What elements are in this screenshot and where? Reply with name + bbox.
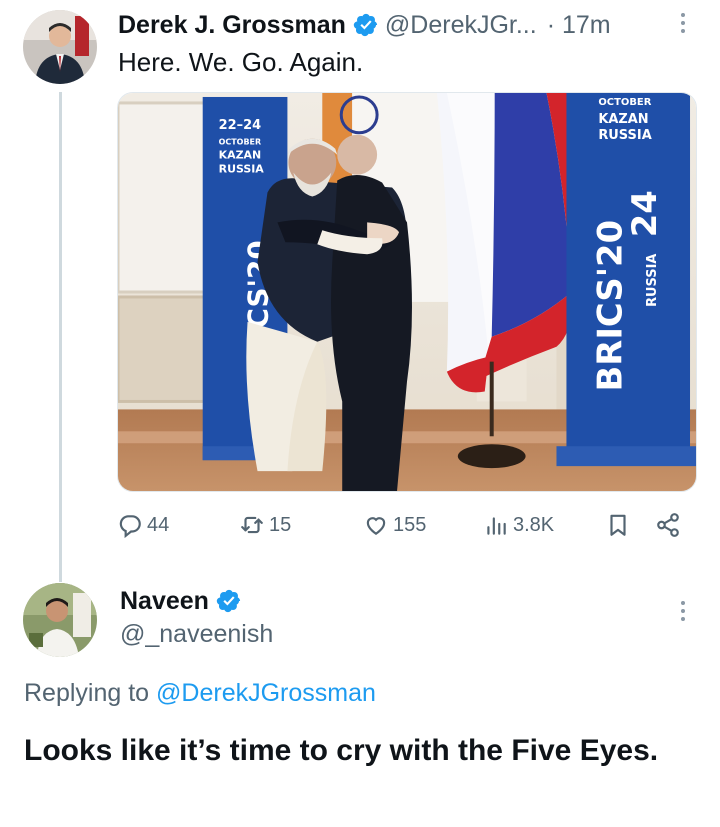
banner-right-month: OCTOBER bbox=[598, 97, 651, 108]
view-count: 3.8K bbox=[513, 513, 555, 536]
like-count: 155 bbox=[393, 513, 427, 536]
banner-left-dates: 22–24 bbox=[219, 118, 262, 133]
reply-author-handle[interactable]: @_naveenish bbox=[120, 620, 273, 649]
reply-text: Looks like it’s time to cry with the Fiv… bbox=[24, 734, 659, 767]
banner-right-vertical-country: RUSSIA bbox=[645, 254, 660, 307]
banner-left-country: RUSSIA bbox=[219, 163, 265, 176]
tweet-action-bar: 44 15 155 3.8K bbox=[117, 508, 702, 542]
reply-more-options-icon[interactable] bbox=[676, 601, 690, 621]
reply-author-avatar[interactable] bbox=[23, 583, 97, 657]
reply-icon bbox=[119, 515, 141, 538]
replying-to-label: Replying to bbox=[24, 679, 150, 707]
reply-verified-badge-icon bbox=[216, 588, 242, 614]
author-header: Derek J. Grossman @DerekJGr... · 17m bbox=[118, 8, 611, 42]
banner-left-month: OCTOBER bbox=[219, 138, 261, 147]
reply-author-header: Naveen bbox=[120, 584, 248, 618]
retweet-button[interactable]: 15 bbox=[239, 508, 291, 542]
banner-right-country: RUSSIA bbox=[598, 128, 651, 143]
views-button[interactable]: 3.8K bbox=[483, 508, 554, 542]
reply-button[interactable]: 44 bbox=[117, 508, 169, 542]
tweet-timestamp[interactable]: · 17m bbox=[547, 11, 611, 40]
tweet-media-image[interactable]: 22–24 OCTOBER KAZAN RUSSIA BRICS'20 OCTO… bbox=[117, 92, 697, 492]
retweet-icon bbox=[241, 516, 263, 534]
like-button[interactable]: 155 bbox=[363, 508, 426, 542]
reply-author-name[interactable]: Naveen bbox=[120, 587, 209, 616]
more-options-icon[interactable] bbox=[676, 13, 690, 33]
share-button[interactable] bbox=[655, 508, 685, 542]
thread-connector-line bbox=[59, 92, 62, 582]
banner-right-vertical-year: 24 bbox=[625, 190, 664, 237]
author-name[interactable]: Derek J. Grossman bbox=[118, 11, 346, 40]
banner-right-city: KAZAN bbox=[598, 112, 648, 127]
verified-badge-icon bbox=[353, 12, 379, 38]
banner-left-city: KAZAN bbox=[219, 149, 262, 162]
replying-to-mention-link[interactable]: @DerekJGrossman bbox=[156, 679, 376, 707]
analytics-icon bbox=[487, 517, 506, 535]
replying-to-line: Replying to @DerekJGrossman bbox=[24, 679, 376, 708]
bookmark-button[interactable] bbox=[605, 508, 635, 542]
author-handle[interactable]: @DerekJGr... bbox=[385, 11, 537, 40]
banner-right-vertical: BRICS'20 bbox=[590, 220, 629, 392]
reply-count: 44 bbox=[147, 513, 170, 536]
tweet-text: Here. We. Go. Again. bbox=[118, 47, 364, 77]
bookmark-icon bbox=[610, 514, 626, 536]
share-icon bbox=[657, 513, 679, 537]
author-avatar[interactable] bbox=[23, 10, 97, 84]
retweet-count: 15 bbox=[269, 513, 292, 536]
heart-icon bbox=[366, 517, 386, 535]
